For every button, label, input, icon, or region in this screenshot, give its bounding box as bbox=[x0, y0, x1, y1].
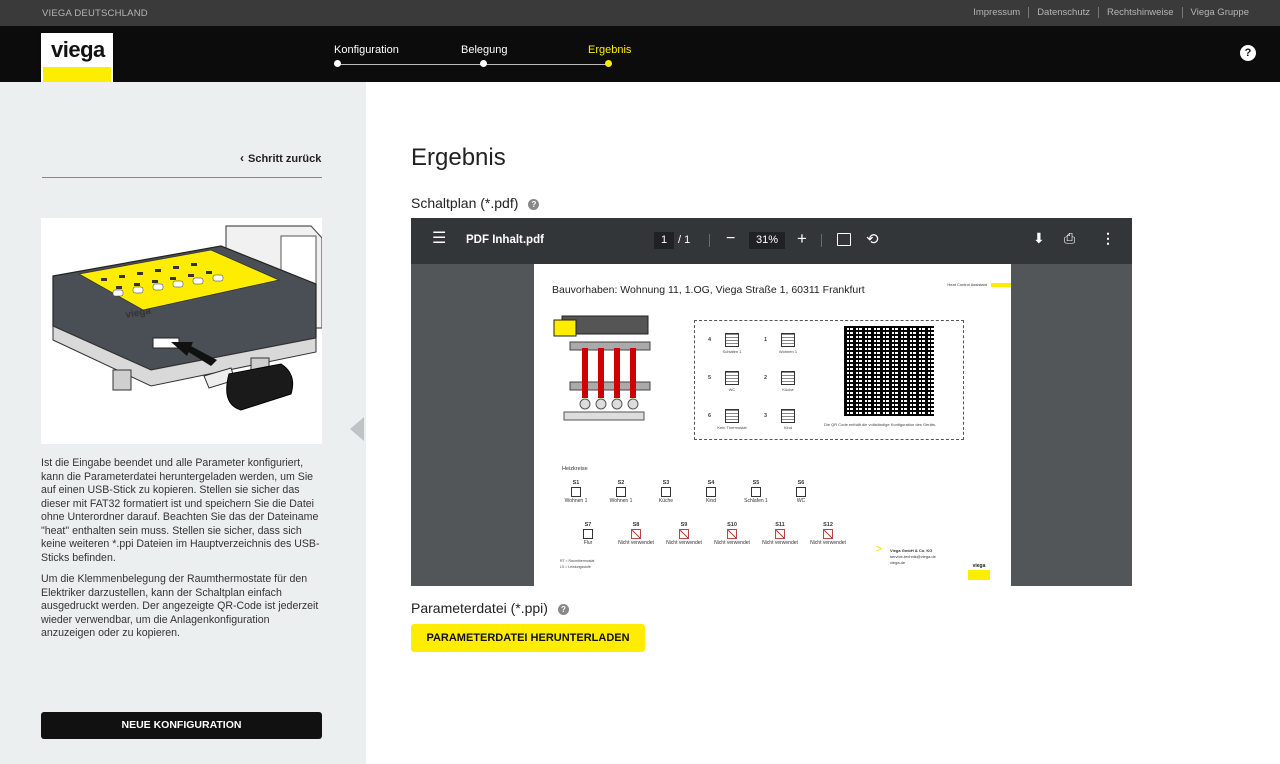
circuit-item: S4 Kind bbox=[705, 480, 716, 504]
zoom-out-icon[interactable]: − bbox=[726, 230, 735, 248]
pdf-viewer[interactable]: ☰ PDF Inhalt.pdf 1 / 1 − 31% + ⟲ ⬇ ⎙ ⋮ B… bbox=[411, 218, 1132, 586]
circuit-item: S3 Küche bbox=[658, 480, 674, 504]
slot-item: 5 WC bbox=[708, 371, 747, 392]
step-ergebnis[interactable]: Ergebnis bbox=[588, 44, 631, 67]
more-icon[interactable]: ⋮ bbox=[1101, 230, 1115, 247]
zoom-in-icon[interactable]: + bbox=[797, 229, 807, 249]
info-icon[interactable]: ? bbox=[557, 604, 569, 615]
rotate-icon[interactable]: ⟲ bbox=[866, 230, 879, 248]
qr-caption: Die QR Code enthält die vollständige Kon… bbox=[824, 422, 937, 427]
fit-page-icon[interactable] bbox=[837, 233, 851, 246]
divider bbox=[42, 177, 322, 178]
circuit-item: S11 Nicht verwendet bbox=[762, 522, 798, 546]
circuit-item: S2 Wohnen 1 bbox=[609, 480, 633, 504]
slot-item: 6 Kein Thermostat bbox=[708, 409, 753, 430]
download-icon[interactable]: ⬇ bbox=[1033, 230, 1045, 247]
usb-illustration: viega bbox=[41, 218, 322, 444]
divider bbox=[709, 234, 710, 247]
progress-line bbox=[337, 64, 609, 65]
schaltplan-heading: Schaltplan (*.pdf)? bbox=[411, 195, 540, 211]
viega-mini-logo: viega bbox=[968, 562, 990, 580]
step-konfiguration[interactable]: Konfiguration bbox=[334, 44, 399, 67]
utility-bar: VIEGA DEUTSCHLAND Impressum Datenschutz … bbox=[0, 0, 1280, 26]
manifold-illustration bbox=[553, 315, 651, 421]
legend: RT = Raumthermostat LS = Leistungsstufe bbox=[560, 559, 595, 569]
circuit-item: S7 Flur bbox=[583, 522, 593, 546]
pdf-filename: PDF Inhalt.pdf bbox=[466, 234, 544, 246]
circuit-item: S1 Wohnen 1 bbox=[564, 480, 588, 504]
panel-pointer bbox=[350, 417, 364, 441]
slot-item: 3 Kind bbox=[764, 409, 803, 430]
project-title: Bauvorhaben: Wohnung 11, 1.OG, Viega Str… bbox=[552, 284, 865, 296]
page-title: Ergebnis bbox=[411, 144, 506, 171]
slot-item: 1 Wohnen 1 bbox=[764, 333, 803, 354]
circuit-item: S5 Schlafen 1 bbox=[744, 480, 768, 504]
divider bbox=[821, 234, 822, 247]
company-info: > Viega GmbH & Co. KG service-technik@vi… bbox=[876, 544, 936, 566]
instructions-paragraph: Um die Klemmenbelegung der Raumthermosta… bbox=[41, 573, 319, 639]
zoom-input[interactable]: 31% bbox=[749, 232, 785, 249]
chevron-right-icon: > bbox=[876, 544, 882, 555]
slot-item: 4 Schlafen 1 bbox=[708, 333, 747, 354]
help-icon[interactable]: ? bbox=[1240, 45, 1256, 61]
instructions-paragraph: Ist die Eingabe beendet und alle Paramet… bbox=[41, 457, 320, 564]
step-dot bbox=[480, 60, 487, 67]
circuit-item: S12 Nicht verwendet bbox=[810, 522, 846, 546]
utility-links: Impressum Datenschutz Rechtshinweise Vie… bbox=[965, 7, 1257, 18]
datenschutz-link[interactable]: Datenschutz bbox=[1028, 7, 1098, 18]
instructions-text: Ist die Eingabe beendet und alle Paramet… bbox=[41, 457, 326, 649]
print-icon[interactable]: ⎙ bbox=[1064, 230, 1075, 247]
info-icon[interactable]: ? bbox=[528, 199, 540, 210]
slot-item: 2 Küche bbox=[764, 371, 803, 392]
page-number-input[interactable]: 1 bbox=[654, 232, 674, 249]
impressum-link[interactable]: Impressum bbox=[965, 7, 1028, 18]
main-header: viega Konfiguration Belegung Ergebnis ? bbox=[0, 26, 1280, 95]
pdf-toolbar: ☰ PDF Inhalt.pdf 1 / 1 − 31% + ⟲ ⬇ ⎙ ⋮ bbox=[411, 218, 1132, 264]
chevron-left-icon: ‹ bbox=[240, 151, 244, 165]
step-belegung[interactable]: Belegung bbox=[461, 44, 508, 67]
back-link[interactable]: ‹ Schritt zurück bbox=[240, 151, 321, 165]
circuit-item: S9 Nicht verwendet bbox=[666, 522, 702, 546]
circuit-item: S10 Nicht verwendet bbox=[714, 522, 750, 546]
qr-code bbox=[844, 326, 934, 416]
heizkreise-label: Heizkreise bbox=[562, 466, 588, 472]
circuit-item: S8 Nicht verwendet bbox=[618, 522, 654, 546]
parameter-heading: Parameterdatei (*.ppi)? bbox=[411, 600, 569, 616]
download-parameter-button[interactable]: PARAMETERDATEI HERUNTERLADEN bbox=[411, 624, 645, 652]
menu-icon[interactable]: ☰ bbox=[432, 231, 446, 247]
page-total: / 1 bbox=[678, 234, 691, 246]
pdf-page: Bauvorhaben: Wohnung 11, 1.OG, Viega Str… bbox=[534, 264, 1011, 586]
progress-steps: Konfiguration Belegung Ergebnis bbox=[334, 26, 631, 82]
step-dot bbox=[334, 60, 341, 67]
step-dot-active bbox=[605, 60, 612, 67]
rechtshinweise-link[interactable]: Rechtshinweise bbox=[1098, 7, 1182, 18]
accent-bar bbox=[991, 283, 1011, 287]
viega-gruppe-link[interactable]: Viega Gruppe bbox=[1181, 7, 1257, 18]
brand-label: VIEGA DEUTSCHLAND bbox=[42, 8, 148, 19]
new-configuration-button[interactable]: NEUE KONFIGURATION bbox=[41, 712, 322, 739]
circuit-item: S6 WC bbox=[796, 480, 806, 504]
sidebar: ‹ Schritt zurück viega Ist die Eingabe b… bbox=[0, 82, 366, 764]
assistant-label: Heat Control Assistant bbox=[947, 282, 987, 287]
